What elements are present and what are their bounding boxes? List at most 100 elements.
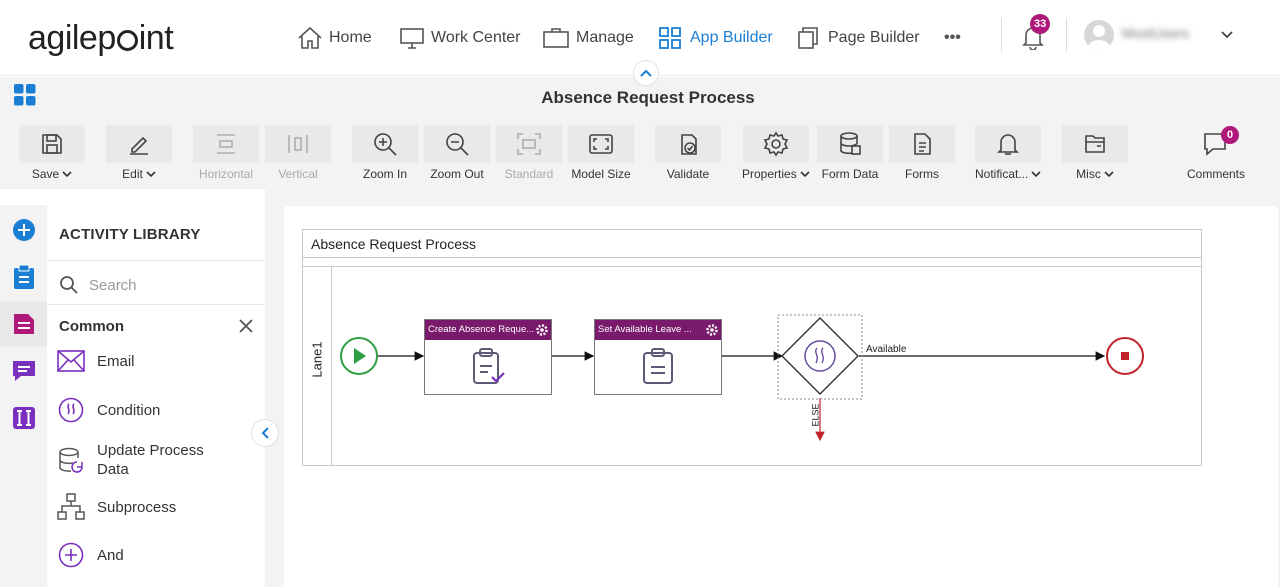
search-icon (60, 276, 78, 294)
library-item-update-process-data[interactable]: Update Process Data (57, 441, 217, 479)
library-item-subprocess[interactable]: Subprocess (57, 493, 217, 521)
search-input[interactable]: Search (89, 277, 137, 294)
home-icon (298, 26, 322, 49)
horizontal-button[interactable]: Horizontal (193, 125, 259, 181)
rail-fields-button[interactable] (0, 395, 47, 441)
misc-button[interactable]: Misc (1062, 125, 1128, 181)
vertical-button[interactable]: Vertical (265, 125, 331, 181)
form-data-button[interactable]: Form Data (817, 125, 883, 181)
flow-label-available: Available (866, 344, 907, 355)
nav-work-center-label: Work Center (431, 29, 521, 46)
envelope-icon (57, 350, 85, 372)
model-size-button[interactable]: Model Size (568, 125, 634, 181)
username[interactable]: MostUsers (1122, 25, 1189, 41)
save-label: Save (31, 167, 60, 181)
library-group-close[interactable] (239, 319, 253, 338)
document-icon (914, 133, 931, 155)
forms-icon-box (889, 125, 955, 163)
save-button[interactable]: Save (19, 125, 85, 181)
library-group-common[interactable]: Common (59, 318, 124, 335)
library-item-email[interactable]: Email (57, 347, 217, 375)
pencil-icon (130, 136, 148, 155)
text-field-icon (12, 407, 35, 429)
lane-label[interactable]: Lane1 (310, 341, 325, 377)
library-item-and[interactable]: And (57, 541, 217, 569)
nav-app-builder[interactable]: App Builder (658, 22, 773, 54)
left-rail (0, 205, 47, 587)
misc-label: Misc (1076, 167, 1101, 181)
comments-button[interactable]: Comments (1183, 125, 1249, 181)
fit-screen-icon (589, 134, 613, 154)
pool-divider (303, 257, 1201, 258)
zoom-out-label: Zoom Out (430, 167, 484, 181)
nav-work-center[interactable]: Work Center (399, 22, 521, 54)
chevron-down-icon (146, 170, 156, 177)
forms-button[interactable]: Forms (889, 125, 955, 181)
form-data-icon-box (817, 125, 883, 163)
nav-page-builder-label: Page Builder (828, 29, 920, 46)
vertical-icon-box (265, 125, 331, 163)
standard-button[interactable]: Standard (496, 125, 562, 181)
properties-icon-box (742, 125, 809, 163)
rail-forms-button[interactable] (0, 254, 47, 300)
nav-manage[interactable]: Manage (542, 22, 634, 54)
notifications-count-badge: 33 (1030, 14, 1051, 34)
rail-messages-button[interactable] (0, 348, 47, 394)
briefcase-icon (543, 28, 569, 48)
collapse-library-button[interactable] (251, 419, 279, 447)
task-settings-icon[interactable] (536, 324, 548, 336)
task-set-available-leave[interactable]: Set Available Leave ... (594, 319, 722, 395)
task-settings-icon[interactable] (706, 324, 718, 336)
library-item-label: Condition (97, 401, 161, 419)
toolbar: Save Edit Horizontal Vertical Zoom In Zo… (0, 117, 1280, 189)
chevron-down-icon (1031, 170, 1041, 177)
edit-button[interactable]: Edit (106, 125, 172, 181)
chevron-left-icon (261, 427, 269, 439)
and-plus-icon (58, 542, 84, 568)
subprocess-icon (57, 493, 85, 520)
logo-text-start: agilep (28, 19, 116, 57)
validate-check-icon (681, 134, 697, 155)
properties-button[interactable]: Properties (742, 125, 810, 181)
update-data-icon (59, 447, 83, 473)
nav-more-button[interactable]: ••• (944, 22, 961, 54)
nav-page-builder[interactable]: Page Builder (796, 22, 920, 54)
gear-icon (763, 131, 789, 157)
comments-count-badge: 0 (1221, 126, 1239, 144)
logo-o-ring (116, 30, 138, 51)
nav-home[interactable]: Home (297, 22, 372, 54)
standard-icon-box (496, 125, 562, 163)
vertical-layout-icon (288, 135, 308, 153)
library-item-condition[interactable]: Condition (57, 396, 217, 424)
nav-app-builder-label: App Builder (690, 29, 773, 46)
document-list-icon (13, 314, 34, 334)
form-icon (643, 348, 673, 384)
task-title: Create Absence Reque... (428, 324, 535, 335)
validate-button[interactable]: Validate (655, 125, 721, 181)
condition-icon (58, 397, 84, 423)
agilepoint-logo[interactable]: agilep int (28, 19, 174, 58)
logo-text-end: int (138, 19, 174, 57)
rail-add-button[interactable] (0, 207, 47, 253)
rail-activities-button[interactable] (0, 301, 47, 347)
validate-icon-box (655, 125, 721, 163)
zoom-in-icon (374, 133, 397, 156)
user-menu-chevron[interactable] (1220, 27, 1234, 45)
library-search[interactable]: Search (59, 275, 137, 295)
notifications-toolbar-button[interactable]: Notificat... (975, 125, 1042, 181)
more-dots-icon: ••• (944, 29, 961, 46)
lane-divider (331, 267, 332, 465)
edit-label: Edit (122, 167, 143, 181)
activity-library-panel: ACTIVITY LIBRARY Search Common Email Con… (47, 205, 265, 587)
avatar[interactable] (1084, 20, 1114, 50)
library-divider (47, 304, 265, 305)
user-silhouette-icon (1087, 25, 1111, 50)
forms-label: Forms (905, 167, 939, 181)
zoom-in-button[interactable]: Zoom In (352, 125, 418, 181)
zoom-out-button[interactable]: Zoom Out (424, 125, 490, 181)
standard-size-icon (517, 133, 541, 155)
chevron-down-icon (800, 170, 810, 177)
pool-title: Absence Request Process (311, 236, 476, 252)
collapse-header-button[interactable] (633, 60, 659, 86)
task-create-absence-request[interactable]: Create Absence Reque... (424, 319, 552, 395)
